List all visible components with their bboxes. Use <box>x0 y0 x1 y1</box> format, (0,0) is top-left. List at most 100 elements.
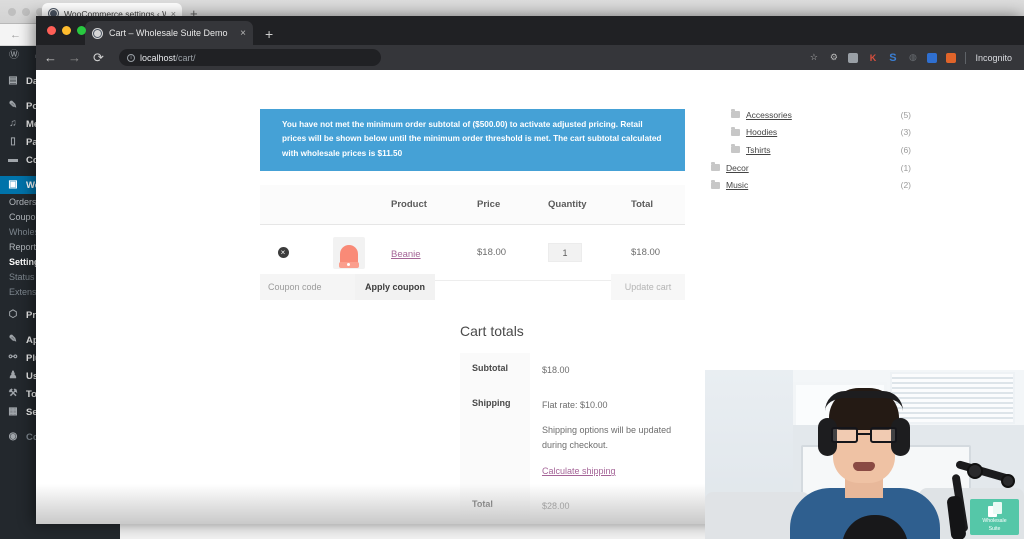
remove-item-icon[interactable]: × <box>277 247 289 258</box>
reload-icon[interactable]: ⟳ <box>92 51 105 64</box>
wholesale-suite-logo-badge: Wholesale Suite <box>970 499 1019 535</box>
red-k-extension-icon[interactable]: K <box>867 52 878 63</box>
webcam-eyeglasses <box>831 427 897 443</box>
star-icon[interactable]: ☆ <box>808 52 819 63</box>
wordpress-icon[interactable]: Ⓦ <box>8 50 20 62</box>
webcam-mic-boom-joint-2 <box>1001 474 1015 488</box>
product-link-beanie[interactable]: Beanie <box>391 249 421 260</box>
browser-tab-title: Cart – Wholesale Suite Demo <box>109 28 228 38</box>
category-label-music[interactable]: Music <box>726 180 748 190</box>
orange-chart-extension-icon[interactable] <box>946 52 957 63</box>
url-path: /cart/ <box>175 52 196 63</box>
info-circle-icon[interactable]: i <box>127 53 135 62</box>
address-bar[interactable]: i localhost/cart/ <box>119 49 381 66</box>
category-label-hoodies[interactable]: Hoodies <box>746 127 777 137</box>
category-label-accessories[interactable]: Accessories <box>746 110 792 120</box>
back-icon[interactable]: ← <box>44 51 57 64</box>
minimize-window-dot[interactable] <box>22 8 30 16</box>
screenshot-root: WooCommerce settings ‹ Who × + ← → Ⓦ ⌂ ▤… <box>0 0 1024 539</box>
category-count-tshirts: (6) <box>900 144 911 155</box>
calculate-shipping-link[interactable]: Calculate shipping <box>542 464 616 479</box>
category-item-accessories[interactable]: Accessories (5) <box>711 106 911 124</box>
tools-icon: ⚒ <box>8 388 18 399</box>
media-icon: ♫ <box>9 118 17 129</box>
url-text: localhost/cart/ <box>140 53 196 63</box>
woocommerce-icon: ▣ <box>8 179 18 190</box>
toolbar-right-icons: ☆ ⚙ K S ◍ Incognito <box>808 51 1016 64</box>
category-count-decor: (1) <box>900 162 911 173</box>
table-row: × Beanie $18.00 1 $18.00 <box>260 225 685 281</box>
totals-row-total: Total $28.00 <box>460 489 685 524</box>
header-product: Product <box>391 199 427 210</box>
close-window-button[interactable] <box>47 26 56 35</box>
toolbar-divider <box>965 51 967 64</box>
webcam-overlay: Wholesale Suite <box>705 370 1024 539</box>
quantity-cell: 1 <box>548 243 631 262</box>
badge-line-2: Suite <box>988 525 1001 532</box>
coupon-code-input[interactable] <box>260 274 355 300</box>
badge-line-1: Wholesale <box>982 518 1007 525</box>
url-host: localhost <box>140 52 176 63</box>
sidebar-sublabel-status: Status <box>9 271 35 282</box>
product-total: $18.00 <box>631 247 661 258</box>
new-tab-button[interactable]: + <box>265 27 273 41</box>
totals-row-shipping: Shipping Flat rate: $10.00 Shipping opti… <box>460 388 685 490</box>
totals-row-subtotal: Subtotal $18.00 <box>460 353 685 389</box>
users-icon: ♟ <box>8 370 18 381</box>
webcam-mic-boom-joint <box>967 463 983 479</box>
shipping-cell: Flat rate: $10.00 Shipping options will … <box>530 388 685 489</box>
beanie-product-thumbnail[interactable] <box>332 236 365 269</box>
back-icon[interactable]: ← <box>10 29 21 41</box>
category-count-hoodies: (3) <box>900 127 911 138</box>
dim-extension-icon[interactable]: ◍ <box>907 52 918 63</box>
cart-items-table: Product Price Quantity Total × Beanie $1… <box>260 185 685 281</box>
product-thumbnail-cell <box>306 236 391 269</box>
page-icon: ▯ <box>10 136 16 147</box>
blue-square-extension-icon[interactable] <box>927 52 938 63</box>
forward-icon[interactable]: → <box>68 51 81 64</box>
category-count-music: (2) <box>900 180 911 191</box>
maximize-window-button[interactable] <box>77 26 86 35</box>
category-count-accessories: (5) <box>900 109 911 120</box>
shipping-value: Flat rate: $10.00 <box>542 400 608 411</box>
quantity-stepper[interactable]: 1 <box>548 243 582 262</box>
appearance-icon: ✎ <box>8 334 18 345</box>
beanie-icon <box>338 244 359 269</box>
window-traffic-lights[interactable] <box>47 26 86 35</box>
webcam-window-blinds <box>890 372 1015 424</box>
minimize-window-button[interactable] <box>62 26 71 35</box>
category-label-decor[interactable]: Decor <box>726 163 749 173</box>
gear-extension-icon[interactable]: ⚙ <box>828 52 839 63</box>
category-label-tshirts[interactable]: Tshirts <box>746 145 771 155</box>
comment-icon: ▬ <box>8 154 18 165</box>
plugins-icon: ⚯ <box>8 352 18 363</box>
cart-totals-title: Cart totals <box>460 323 524 339</box>
settings-gear-icon: ▦ <box>8 406 18 417</box>
close-window-dot[interactable] <box>8 8 16 16</box>
folder-icon <box>711 179 720 189</box>
close-icon[interactable]: × <box>240 28 246 39</box>
cart-table-header-row: Product Price Quantity Total <box>260 185 685 225</box>
folder-icon <box>711 162 720 172</box>
dashboard-icon: ▤ <box>8 75 18 86</box>
coupon-actions-row: Apply coupon Update cart <box>260 274 685 300</box>
grey-square-extension-icon[interactable] <box>848 52 859 63</box>
category-item-decor[interactable]: Decor (1) <box>711 159 911 177</box>
category-item-music[interactable]: Music (2) <box>711 176 911 194</box>
cart-totals-table: Subtotal $18.00 Shipping Flat rate: $10.… <box>460 353 685 524</box>
shipping-label: Shipping <box>460 388 530 490</box>
folder-icon <box>731 144 740 154</box>
category-item-tshirts[interactable]: Tshirts (6) <box>711 141 911 159</box>
wholesale-suite-icon <box>987 502 1002 518</box>
header-quantity: Quantity <box>548 199 587 210</box>
product-categories-widget: Accessories (5) Hoodies (3) Tshirts (6) … <box>711 106 911 194</box>
blue-s-extension-icon[interactable]: S <box>887 52 898 64</box>
apply-coupon-button[interactable]: Apply coupon <box>355 274 435 300</box>
globe-icon <box>92 27 103 39</box>
category-item-hoodies[interactable]: Hoodies (3) <box>711 124 911 142</box>
browser-tab-cart[interactable]: Cart – Wholesale Suite Demo × <box>85 21 253 45</box>
cart-totals-panel: Cart totals Subtotal $18.00 Shipping Fla… <box>460 323 685 524</box>
background-window-traffic-lights[interactable] <box>8 8 44 16</box>
remove-item-cell: × <box>260 247 306 258</box>
update-cart-button: Update cart <box>611 274 685 300</box>
